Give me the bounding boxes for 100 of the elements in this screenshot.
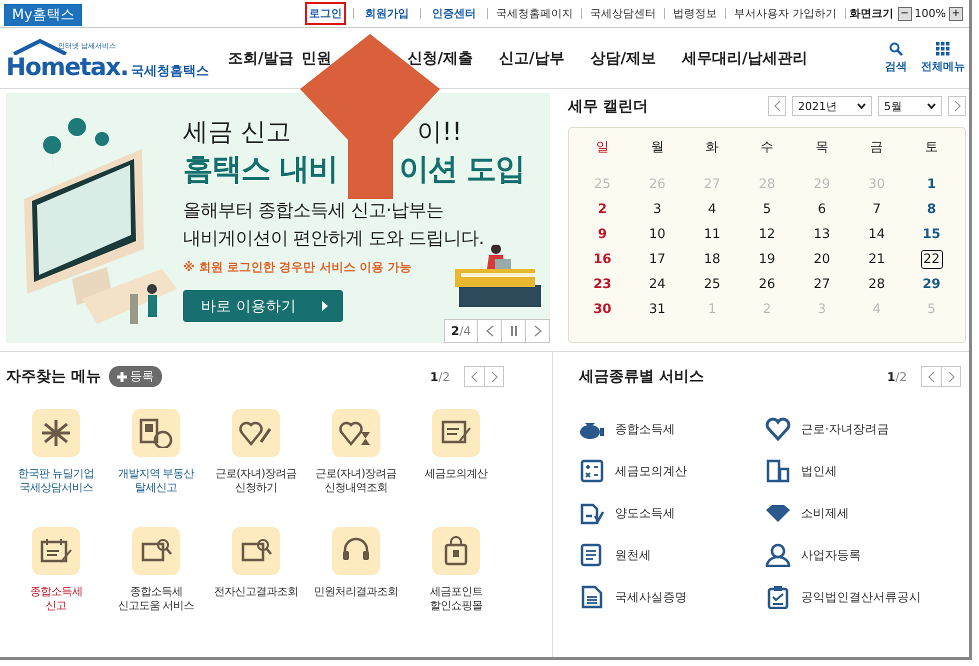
weekday-label: 목 <box>814 139 830 157</box>
top-link[interactable]: 법령정보 <box>669 2 722 25</box>
tax-service-link[interactable]: 근로·자녀장려금 <box>765 417 963 441</box>
menu-shortcut[interactable]: 종합소득세 신고 <box>6 527 106 631</box>
tax-service-link[interactable]: 원천세 <box>579 543 765 567</box>
tax-service-link[interactable]: 종합소득세 <box>579 417 765 441</box>
menu-shortcut[interactable]: 전자신고결과조회 <box>206 527 306 631</box>
nav-item[interactable]: 조회/발급 <box>228 48 294 68</box>
calendar-day[interactable]: 1 <box>920 175 943 194</box>
tax-service-link[interactable]: 세금모의계산 <box>579 459 765 483</box>
calendar-day[interactable]: 28 <box>866 275 888 294</box>
calendar-day[interactable]: 12 <box>756 225 778 244</box>
top-link[interactable]: 국세상담센터 <box>586 2 660 25</box>
calendar-day[interactable]: 19 <box>756 250 778 269</box>
calendar-day[interactable]: 2 <box>591 200 614 219</box>
calendar-day[interactable]: 30 <box>591 300 614 319</box>
calendar-day[interactable]: 31 <box>646 300 668 319</box>
tax-service-link[interactable]: 사업자등록 <box>765 543 963 567</box>
banner-description: 올해부터 종합소득세 신고·납부는 내비게이션이 편안하게 도와 드립니다. <box>183 199 485 251</box>
nav-item[interactable]: 민원 <box>301 48 332 68</box>
use-now-button[interactable]: 바로 이용하기 <box>183 290 343 322</box>
menu-shortcut[interactable]: 근로(자녀)장려금 신청하기 <box>206 409 306 513</box>
zoom-label: 화면크기 <box>850 6 894 21</box>
calendar-day[interactable]: 21 <box>866 250 888 269</box>
calendar-day[interactable]: 11 <box>701 225 724 244</box>
calendar-day[interactable]: 25 <box>701 275 724 294</box>
calendar-day[interactable]: 7 <box>866 200 888 219</box>
calendar-day[interactable]: 4 <box>701 200 724 219</box>
nav-item[interactable]: 신고/납부 <box>498 48 564 68</box>
chevron-left-icon <box>774 100 780 112</box>
chevron-left-icon <box>471 370 478 382</box>
banner-title: 홈택스 내비 <box>183 151 338 189</box>
chevron-left-icon <box>486 325 494 337</box>
month-select[interactable]: 5월 <box>878 96 942 116</box>
year-select[interactable]: 2021년 <box>792 96 872 116</box>
search-button[interactable]: 검색 <box>885 42 907 74</box>
calendar-day[interactable]: 13 <box>810 225 833 244</box>
weekday-label: 토 <box>924 139 940 157</box>
menu-shortcut[interactable]: 종합소득세 신고도움 서비스 <box>106 527 206 631</box>
building-icon <box>765 459 791 483</box>
calendar-day[interactable]: 23 <box>591 275 614 294</box>
calendar-day[interactable]: 15 <box>920 225 943 244</box>
dropdown-icon <box>857 103 866 109</box>
banner-page-count: 2/4 <box>450 324 472 338</box>
menu-shortcut[interactable]: 민원처리결과조회 <box>306 527 406 631</box>
calendar-day[interactable]: 17 <box>646 250 668 269</box>
nav-item[interactable]: 상담/제보 <box>590 48 656 68</box>
menu-shortcut[interactable]: 개발지역 부동산 탈세신고 <box>106 409 206 513</box>
zoom-value: 100% <box>914 7 946 20</box>
menu-shortcut[interactable]: 세금포인트 할인쇼핑몰 <box>406 527 506 631</box>
page-count: 1/2 <box>428 370 451 384</box>
calendar-day[interactable]: 3 <box>646 200 668 219</box>
all-menu-button[interactable]: 전체메뉴 <box>921 42 965 74</box>
tax-service-link[interactable]: 공익법인결산서류공시 <box>765 585 963 609</box>
calendar-day[interactable]: 8 <box>920 200 943 219</box>
weekday-label: 월 <box>650 139 665 157</box>
previous-month-button[interactable] <box>768 96 786 116</box>
calendar-day[interactable]: 29 <box>920 275 943 294</box>
logo-name[interactable]: 국세청홈택스 <box>131 62 210 80</box>
calendar-day[interactable]: 16 <box>591 250 614 269</box>
weekday-label: 수 <box>759 139 774 157</box>
play-icon <box>321 301 329 311</box>
top-link[interactable]: 회원가입 <box>361 2 414 25</box>
calendar-day[interactable]: 6 <box>810 200 833 219</box>
top-link[interactable]: 부서사용자 가입하기 <box>730 2 841 25</box>
banner-headline: 이!! <box>417 116 462 148</box>
menu-shortcut[interactable]: 근로(자녀)장려금 신청내역조회 <box>306 409 406 513</box>
pause-icon <box>510 325 518 337</box>
next-month-button[interactable] <box>948 96 966 116</box>
calendar-day[interactable]: 9 <box>591 225 614 244</box>
top-link[interactable]: 국세청홈페이지 <box>492 2 578 25</box>
nav-item[interactable]: 세무대리/납세관리 <box>682 48 808 68</box>
zoom-out-button[interactable]: − <box>898 6 912 20</box>
calendar-day[interactable]: 27 <box>810 275 833 294</box>
calendar-day[interactable]: 26 <box>756 275 778 294</box>
tax-service-link[interactable]: 양도소득세 <box>579 501 765 525</box>
tax-service-link[interactable]: 국세사실증명 <box>579 585 765 609</box>
my-hometax-tab[interactable]: My홈택스 <box>4 4 82 26</box>
calendar-day[interactable]: 10 <box>646 225 668 244</box>
calendar-day[interactable]: 5 <box>756 200 778 219</box>
tax-service-link[interactable]: 법인세 <box>765 459 963 483</box>
grid-menu-icon <box>936 42 950 56</box>
zoom-in-button[interactable]: + <box>949 6 963 20</box>
calendar-day[interactable]: 18 <box>701 250 724 269</box>
section-title: 자주찾는 메뉴 <box>6 367 102 386</box>
register-button[interactable]: 등록 <box>109 366 162 387</box>
calendar-day[interactable]: 22 <box>920 250 943 269</box>
logo[interactable]: Hometax. <box>6 53 128 81</box>
calendar-day[interactable]: 20 <box>810 250 833 269</box>
weekday-label: 화 <box>704 139 720 157</box>
menu-shortcut[interactable]: 한국판 뉴딜기업 국세상담서비스 <box>6 409 106 513</box>
top-link[interactable]: 인증센터 <box>428 2 480 25</box>
document-check-icon <box>579 501 605 525</box>
calendar-day[interactable]: 14 <box>866 225 888 244</box>
top-link[interactable]: 로그인 <box>305 2 346 25</box>
banner-notice: ※ 회원 로그인한 경우만 서비스 이용 가능 <box>183 259 413 276</box>
calendar-day[interactable]: 24 <box>646 275 668 294</box>
menu-shortcut[interactable]: 세금모의계산 <box>406 409 506 513</box>
tax-service-link[interactable]: 소비제세 <box>765 501 963 525</box>
nav-item[interactable]: 신청/제출 <box>407 48 473 68</box>
